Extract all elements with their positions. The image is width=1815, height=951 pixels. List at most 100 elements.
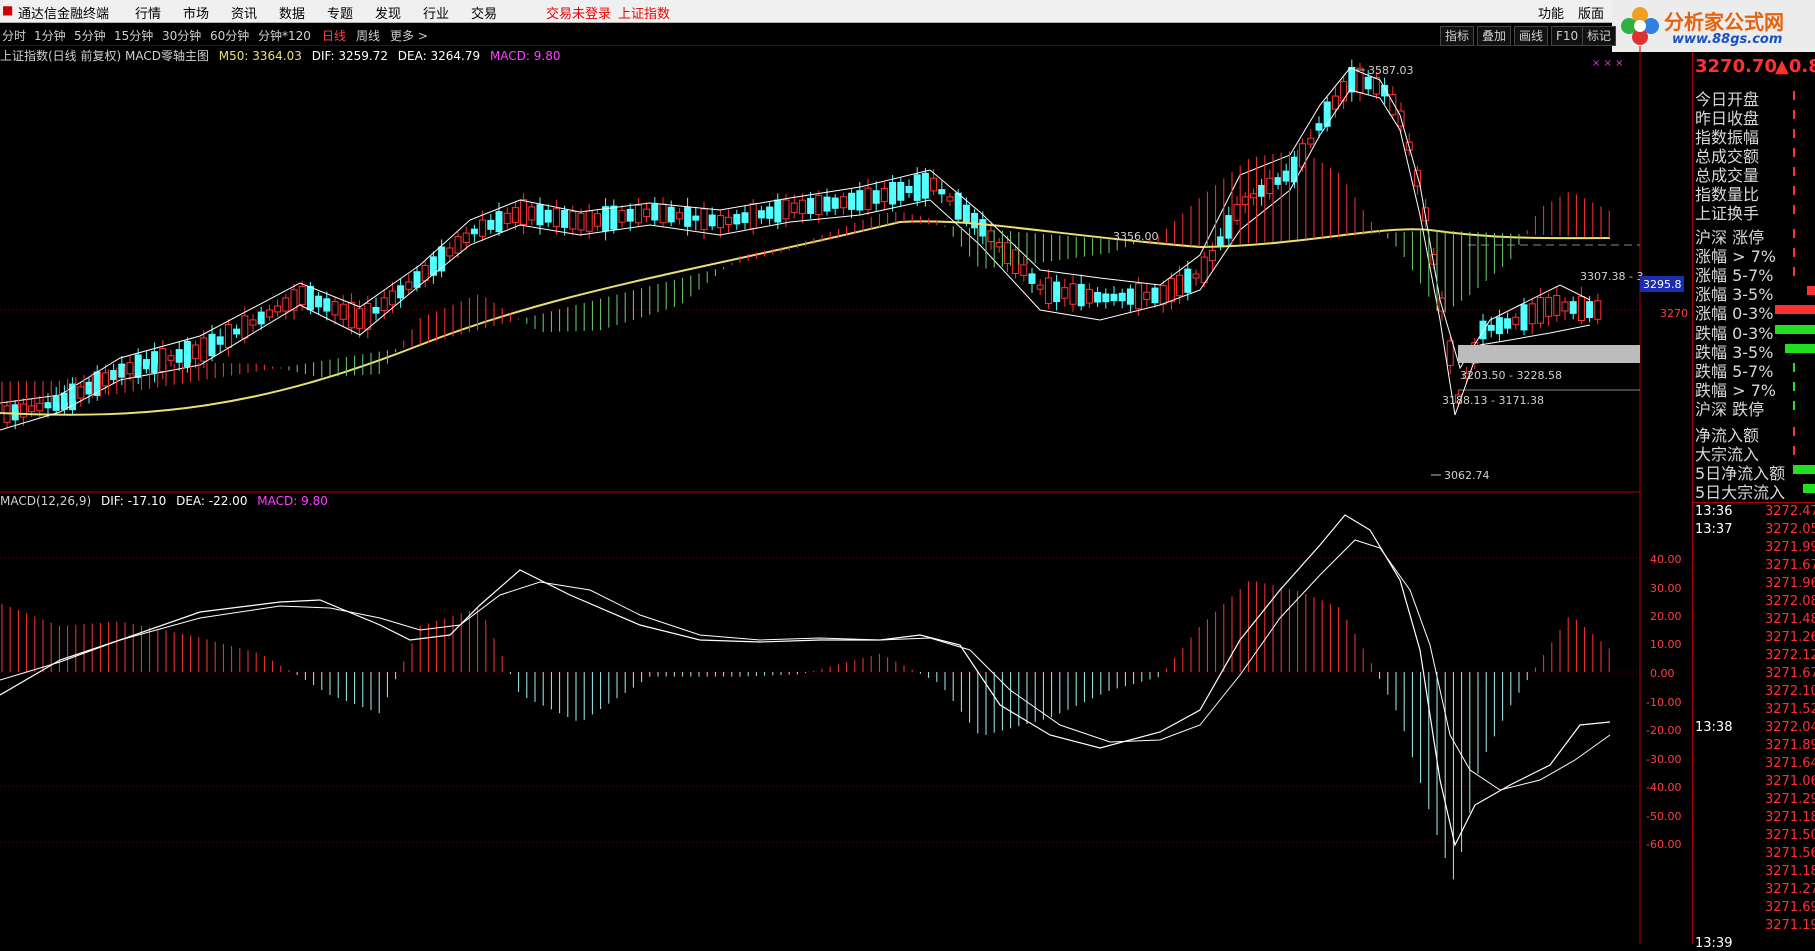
candle-body [1315, 123, 1323, 131]
candle-body [1053, 281, 1061, 303]
candle-body [1102, 293, 1110, 303]
candle-body [1208, 249, 1216, 262]
quote-field-bar [1807, 286, 1815, 295]
quote-field-bar [1793, 248, 1795, 257]
candle-body [36, 402, 44, 412]
candle-body [831, 197, 839, 209]
quote-field-bar [1793, 148, 1795, 157]
candle-body [905, 185, 913, 193]
candle-body [1274, 177, 1282, 185]
candle-body [946, 196, 954, 202]
candle-body [1340, 81, 1348, 102]
candle-body [798, 199, 806, 215]
candle-body [1258, 184, 1266, 197]
candle-body [52, 396, 60, 411]
candle-body [1020, 264, 1028, 276]
candle-body [1536, 297, 1544, 324]
candle-body [561, 209, 569, 228]
level-3356-label: 3356.00 [1113, 230, 1159, 243]
candle-body [1225, 215, 1233, 239]
price-axis-label: 3270 [1660, 307, 1688, 320]
tick-time: 13:36 [1695, 504, 1733, 519]
quote-field-bar [1793, 382, 1795, 391]
candle-body [1569, 301, 1577, 314]
quote-field-bar [1775, 305, 1815, 314]
macd-axis-m30: -30.00 [1646, 753, 1681, 766]
candle-body [593, 213, 601, 227]
candle-body [44, 402, 52, 409]
tick-price: 3271.64 [1765, 756, 1815, 771]
candle-body [864, 187, 872, 211]
candle-body [315, 295, 323, 308]
candle-body [1028, 273, 1036, 284]
candle-body [962, 204, 970, 223]
candle-body [766, 206, 774, 219]
candle-body [1217, 236, 1225, 247]
tick-price: 3271.06 [1765, 774, 1815, 789]
candle-body [585, 210, 593, 232]
candle-body [28, 405, 36, 413]
quote-field-bar [1793, 186, 1795, 195]
candle-body [675, 212, 683, 220]
tick-price: 3271.67 [1765, 666, 1815, 681]
candle-body [388, 290, 396, 306]
macd-axis-m20: -20.00 [1646, 724, 1681, 737]
tick-price: 3272.08 [1765, 594, 1815, 609]
quote-field-label: 沪深 跌停 [1695, 400, 1765, 419]
kline-chart[interactable]: 3587.03 3062.74 3356.00 3307.38 - 3 3203… [0, 0, 1815, 944]
candle-body [528, 206, 536, 221]
candle-body [872, 190, 880, 204]
candle-body [298, 285, 306, 305]
candle-body [1545, 296, 1553, 317]
candle-body [183, 340, 191, 367]
candle-body [1184, 268, 1192, 293]
lower-envelope-line [0, 89, 1591, 431]
tick-price: 3271.99 [1765, 540, 1815, 555]
candle-body [1200, 256, 1208, 284]
candle-body [938, 189, 946, 195]
tick-price: 3271.19 [1765, 918, 1815, 933]
candle-body [1479, 320, 1487, 340]
tick-price: 3271.18 [1765, 810, 1815, 825]
tick-price: 3272.04 [1765, 720, 1815, 735]
candle-body [421, 264, 429, 282]
candle-body [700, 208, 708, 231]
quote-field-bar [1793, 129, 1795, 138]
candle-body [1044, 277, 1052, 305]
candle-body [684, 207, 692, 227]
candle-body [372, 306, 380, 314]
candle-body [995, 242, 1003, 248]
candle-body [413, 271, 421, 288]
macd-axis-30: 30.00 [1650, 582, 1682, 595]
candle-body [200, 337, 208, 362]
upper-envelope-line [0, 67, 1591, 404]
tick-price: 3272.12 [1765, 648, 1815, 663]
quote-field-bar [1793, 91, 1795, 100]
candle-body [782, 199, 790, 220]
candle-body [224, 323, 232, 349]
candle-body [1389, 94, 1397, 116]
candle-body [552, 208, 560, 227]
candle-body [1528, 303, 1536, 325]
candle-body [757, 210, 765, 219]
candle-body [544, 209, 552, 223]
candle-body [1594, 300, 1602, 320]
candle-body [708, 214, 716, 227]
macd-axis-40: 40.00 [1650, 553, 1682, 566]
candle-body [856, 190, 864, 211]
candle-body [192, 344, 200, 360]
candle-body [142, 359, 150, 370]
candle-body [667, 206, 675, 223]
candle-body [1233, 204, 1241, 221]
candle-body [913, 174, 921, 201]
candle-body [1364, 76, 1372, 90]
candle-body [1553, 295, 1561, 316]
candle-body [306, 285, 314, 311]
tick-price: 3271.56 [1765, 846, 1815, 861]
candle-body [241, 315, 249, 339]
candle-body [503, 212, 511, 224]
quote-field-bar [1785, 344, 1815, 353]
macd-axis-m60: -60.00 [1646, 838, 1681, 851]
tick-price: 3271.27 [1765, 882, 1815, 897]
tick-price: 3271.50 [1765, 828, 1815, 843]
